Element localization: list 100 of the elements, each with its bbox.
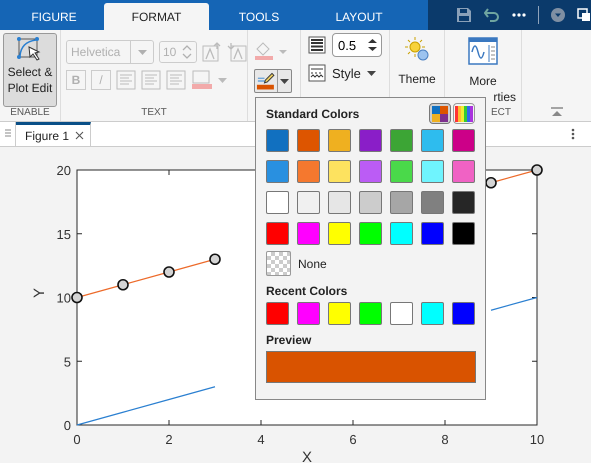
x-tick-label: 2 — [165, 432, 173, 447]
dropdown-icon[interactable] — [551, 8, 565, 22]
more-properties-label[interactable]: More — [469, 73, 497, 89]
color-swatch[interactable] — [328, 302, 351, 325]
section-label: TEXT — [140, 107, 168, 120]
color-swatch[interactable] — [359, 129, 382, 152]
more-properties-label[interactable]: rties — [493, 89, 521, 105]
x-tick-label: 6 — [349, 432, 357, 447]
color-swatch[interactable] — [421, 129, 444, 152]
data-marker — [485, 176, 497, 189]
x-tick-label: 0 — [73, 432, 81, 447]
x-axis-label: X — [302, 449, 312, 463]
y-axis-label: Y — [31, 288, 48, 298]
color-swatch[interactable] — [266, 302, 289, 325]
color-swatch[interactable] — [297, 302, 320, 325]
color-swatch[interactable] — [266, 129, 289, 152]
caret-icon — [280, 78, 289, 84]
line-width-spinner[interactable]: 0.5 — [332, 33, 382, 57]
caret-icon[interactable] — [366, 70, 376, 76]
color-swatch[interactable] — [421, 222, 444, 245]
data-marker — [531, 164, 543, 176]
ribbon-tab[interactable]: TOOLS — [209, 3, 309, 30]
grow-font-icon[interactable] — [202, 42, 222, 62]
x-tick-label: 8 — [441, 432, 449, 447]
color-swatch[interactable] — [328, 160, 351, 183]
pencil-line-icon — [256, 71, 275, 91]
line-style-icon[interactable] — [308, 64, 326, 82]
color-swatch[interactable] — [452, 222, 475, 245]
align-icon[interactable] — [141, 70, 161, 90]
color-swatch[interactable] — [421, 302, 444, 325]
undo-icon[interactable] — [484, 7, 500, 23]
no-color-swatch[interactable] — [266, 251, 291, 276]
color-swatch[interactable] — [297, 129, 320, 152]
color-swatch[interactable] — [328, 191, 351, 214]
y-tick-label: 20 — [56, 163, 71, 178]
color-swatch[interactable] — [452, 129, 475, 152]
ribbon-tab[interactable]: FORMAT — [104, 3, 209, 30]
preview-heading: Preview — [266, 333, 312, 347]
spectrum-mode-button[interactable] — [453, 103, 475, 124]
undock-icon[interactable] — [577, 8, 591, 22]
color-swatch[interactable] — [359, 160, 382, 183]
none-label[interactable]: None — [298, 256, 327, 270]
y-tick-label: 15 — [56, 226, 71, 242]
color-swatch[interactable] — [421, 160, 444, 183]
color-swatch[interactable] — [328, 129, 351, 152]
color-swatch[interactable] — [266, 222, 289, 245]
menu-icon[interactable] — [4, 129, 10, 139]
data-marker — [209, 253, 221, 266]
x-tick-label: 10 — [530, 432, 544, 447]
color-swatch[interactable] — [359, 191, 382, 214]
color-swatch[interactable] — [297, 191, 320, 214]
caret-icon — [138, 50, 146, 54]
ribbon-tab[interactable]: LAYOUT — [309, 3, 409, 30]
color-swatch[interactable] — [452, 302, 475, 325]
color-swatch[interactable] — [297, 160, 320, 183]
spinner-arrows-icon — [182, 45, 192, 59]
properties-icon[interactable] — [468, 37, 498, 65]
fill-color-icon[interactable] — [254, 41, 288, 61]
line-color-button[interactable] — [254, 69, 292, 93]
more-options-icon[interactable] — [571, 128, 575, 140]
color-swatch[interactable] — [390, 222, 413, 245]
close-icon[interactable] — [75, 131, 84, 140]
sun-icon — [404, 36, 430, 62]
select-plot-edit-button[interactable]: Select & Plot Edit — [3, 33, 57, 107]
color-swatch[interactable] — [390, 129, 413, 152]
data-marker — [117, 278, 129, 291]
data-marker — [71, 292, 83, 304]
more-icon[interactable] — [512, 13, 526, 17]
color-swatch[interactable] — [266, 160, 289, 183]
align-icon[interactable] — [116, 70, 136, 90]
align-icon[interactable] — [166, 70, 186, 90]
color-swatch[interactable] — [452, 160, 475, 183]
color-swatch[interactable] — [359, 222, 382, 245]
color-swatch[interactable] — [328, 222, 351, 245]
save-icon[interactable] — [456, 7, 472, 23]
section-label: ECT — [491, 107, 511, 120]
line-width-icon[interactable] — [308, 36, 326, 54]
y-tick-label: 5 — [64, 354, 71, 370]
palette-mode-button[interactable] — [429, 103, 451, 124]
shrink-font-icon[interactable] — [227, 42, 247, 62]
color-swatch[interactable] — [297, 222, 320, 245]
color-swatch[interactable] — [359, 302, 382, 325]
data-marker — [163, 266, 175, 278]
color-swatch[interactable] — [390, 191, 413, 214]
style-dropdown[interactable]: Style — [332, 66, 361, 80]
x-tick-label: 4 — [257, 432, 265, 447]
y-tick-label: 0 — [64, 418, 71, 433]
ribbon-tab[interactable]: FIGURE — [4, 3, 104, 30]
color-swatch[interactable] — [266, 191, 289, 214]
collapse-icon[interactable] — [551, 107, 563, 117]
color-swatch[interactable] — [390, 302, 413, 325]
color-swatch[interactable] — [452, 191, 475, 214]
text-color-icon[interactable] — [191, 70, 213, 90]
recent-colors-heading: Recent Colors — [266, 284, 348, 298]
color-swatch[interactable] — [421, 191, 444, 214]
figure-tab[interactable]: Figure 1 — [16, 122, 92, 146]
theme-button[interactable]: Theme — [398, 36, 436, 86]
color-swatch[interactable] — [390, 160, 413, 183]
section-label: ENABLE — [9, 107, 51, 120]
spinner-arrows-icon — [367, 37, 378, 53]
